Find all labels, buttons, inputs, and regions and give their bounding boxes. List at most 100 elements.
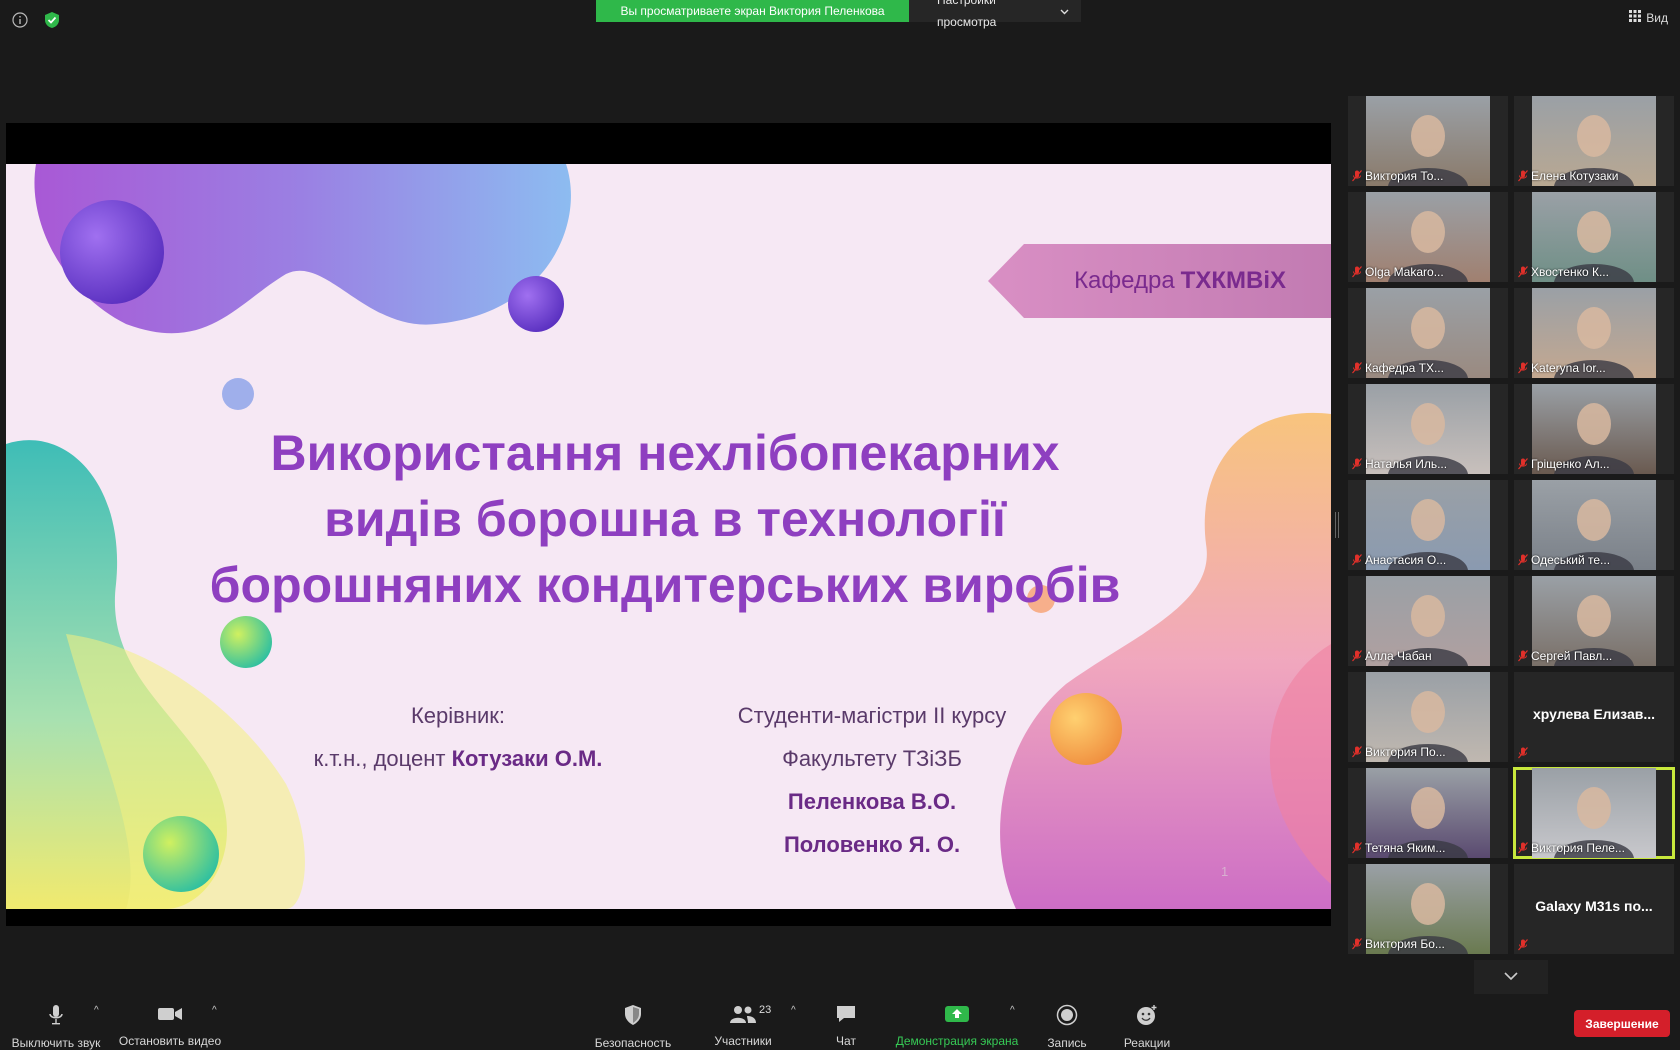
chevron-down-icon — [1060, 0, 1069, 22]
participant-name: Виктория Бо... — [1365, 937, 1445, 951]
participant-name: Хвостенко К... — [1531, 265, 1609, 279]
participant-name-label: Сергей Павл... — [1518, 649, 1612, 663]
title-line2: видів борошна в технології — [324, 491, 1006, 547]
mute-button[interactable]: Выключить звук — [6, 995, 106, 1050]
shield-icon — [623, 1004, 643, 1031]
audio-options-caret-icon[interactable]: ^ — [94, 1005, 99, 1016]
share-screen-label: Демонстрация экрана — [895, 1034, 1019, 1048]
muted-microphone-icon — [1518, 554, 1528, 566]
participant-tile[interactable]: Елена Котузаки — [1514, 96, 1674, 186]
department-name: ТХКМВіХ — [1180, 267, 1286, 294]
supervisor-block: Керівник: к.т.н., доцент Котузаки О.М. — [258, 694, 658, 780]
participant-name-label: Анастасия О... — [1352, 553, 1446, 567]
encryption-shield-icon[interactable] — [42, 10, 62, 30]
muted-microphone-icon — [1352, 554, 1362, 566]
muted-microphone-icon — [1518, 458, 1528, 470]
participant-name: Грiщенко Ал... — [1531, 457, 1610, 471]
participant-tile[interactable]: Galaxy M31s по... — [1514, 864, 1674, 954]
share-screen-icon — [944, 1004, 970, 1029]
muted-microphone-icon — [1518, 939, 1528, 951]
view-label: Вид — [1646, 10, 1668, 25]
participant-tile[interactable]: Алла Чабан — [1348, 576, 1508, 666]
participant-name-label: Olga Makaro... — [1352, 265, 1444, 279]
participant-name-label: Грiщенко Ал... — [1518, 457, 1610, 471]
share-screen-button[interactable]: Демонстрация экрана — [892, 995, 1022, 1050]
view-options-label: Настройки просмотра — [937, 0, 997, 29]
muted-microphone-icon — [1352, 842, 1362, 854]
grid-icon — [1629, 10, 1642, 25]
participant-name: Алла Чабан — [1365, 649, 1432, 663]
participant-tile[interactable]: Одеський те... — [1514, 480, 1674, 570]
video-options-caret-icon[interactable]: ^ — [212, 1005, 217, 1016]
gallery-next-page-button[interactable] — [1474, 960, 1548, 994]
view-options-button[interactable]: Настройки просмотра — [909, 0, 1081, 29]
participant-tile[interactable]: Kateryna Ior... — [1514, 288, 1674, 378]
participant-tile[interactable]: Грiщенко Ал... — [1514, 384, 1674, 474]
participant-tile[interactable]: Анастасия О... — [1348, 480, 1508, 570]
participant-name-label — [1518, 939, 1528, 951]
participant-name: Kateryna Ior... — [1531, 361, 1606, 375]
end-meeting-button[interactable]: Завершение — [1574, 1010, 1670, 1037]
supervisor-label: Керівник: — [410, 703, 506, 728]
security-label: Безопасность — [594, 1036, 672, 1050]
record-button[interactable]: Запись — [1036, 995, 1098, 1050]
title-line1-b: нехлібопекарних — [637, 425, 1060, 481]
participant-name: Виктория Пеле... — [1531, 841, 1625, 855]
participant-tile[interactable]: Виктория Бо... — [1348, 864, 1508, 954]
faculty-label: Факультету ТЗіЗБ — [782, 746, 962, 771]
participant-name-label: Виктория Бо... — [1352, 937, 1445, 951]
muted-microphone-icon — [1352, 650, 1362, 662]
participant-tile[interactable]: хрулева Елизав... — [1514, 672, 1674, 762]
participant-name: Тетяна Яким... — [1365, 841, 1446, 855]
participant-tile[interactable]: Виктория Пеле... — [1513, 767, 1675, 859]
share-notice: Вы просматриваете экран Виктория Пеленко… — [596, 0, 909, 22]
security-button[interactable]: Безопасность — [588, 995, 678, 1050]
participant-name: Елена Котузаки — [1531, 169, 1619, 183]
supervisor-name: Котузаки О.М. — [451, 746, 603, 771]
participant-name-label: Елена Котузаки — [1518, 169, 1618, 183]
microphone-icon — [46, 1004, 66, 1031]
participant-tile[interactable]: Olga Makaro... — [1348, 192, 1508, 282]
participant-name-label — [1518, 747, 1528, 759]
student1-name: Пеленкова В.О. — [787, 789, 957, 814]
participants-count: 23 — [759, 1004, 772, 1016]
participant-tile[interactable]: Наталья Иль... — [1348, 384, 1508, 474]
participant-tile[interactable]: Виктория По... — [1348, 672, 1508, 762]
panel-resize-handle[interactable] — [1335, 512, 1339, 538]
record-label: Запись — [1047, 1036, 1087, 1050]
participant-tile[interactable]: Хвостенко К... — [1514, 192, 1674, 282]
participant-name-label: Виктория То... — [1352, 169, 1443, 183]
chat-button[interactable]: Чат — [816, 995, 876, 1050]
participant-tile[interactable]: Кафедра ТХ... — [1348, 288, 1508, 378]
reactions-label: Реакции — [1123, 1036, 1171, 1050]
participant-name-label: Тетяна Яким... — [1352, 841, 1445, 855]
supervisor-line: к.т.н., доцент Котузаки О.М. — [258, 737, 658, 780]
title-line3: борошняних кондитерських виробів — [209, 557, 1121, 613]
chevron-down-icon — [1503, 968, 1519, 986]
participant-tile[interactable]: Сергей Павл... — [1514, 576, 1674, 666]
muted-microphone-icon — [1518, 170, 1528, 182]
participant-name-label: Виктория По... — [1352, 745, 1446, 759]
meeting-toolbar: Выключить звук ^ Остановить видео ^ Безо… — [0, 995, 1680, 1050]
participants-options-caret-icon[interactable]: ^ — [791, 1005, 796, 1016]
share-options-caret-icon[interactable]: ^ — [1010, 1005, 1015, 1016]
stop-video-button[interactable]: Остановить видео — [114, 995, 226, 1050]
participant-name: Сергей Павл... — [1531, 649, 1613, 663]
chat-bubble-icon — [835, 1004, 857, 1029]
students-label: Студенти-магістри ІІ курсу — [737, 703, 1007, 728]
share-banner: Вы просматриваете экран Виктория Пеленко… — [596, 0, 1081, 29]
record-icon — [1056, 1004, 1078, 1031]
muted-microphone-icon — [1518, 842, 1528, 854]
participant-name: Виктория То... — [1365, 169, 1444, 183]
view-button[interactable]: Вид — [1629, 10, 1668, 25]
chat-label: Чат — [836, 1034, 856, 1048]
slide-page-number: 1 — [1221, 864, 1229, 879]
muted-microphone-icon — [1518, 266, 1528, 278]
info-icon[interactable] — [10, 10, 30, 30]
participant-tile[interactable]: Виктория То... — [1348, 96, 1508, 186]
reactions-button[interactable]: Реакции — [1112, 995, 1182, 1050]
muted-microphone-icon — [1518, 362, 1528, 374]
participant-tile[interactable]: Тетяна Яким... — [1348, 768, 1508, 858]
top-left-icons — [10, 10, 62, 30]
muted-microphone-icon — [1352, 746, 1362, 758]
